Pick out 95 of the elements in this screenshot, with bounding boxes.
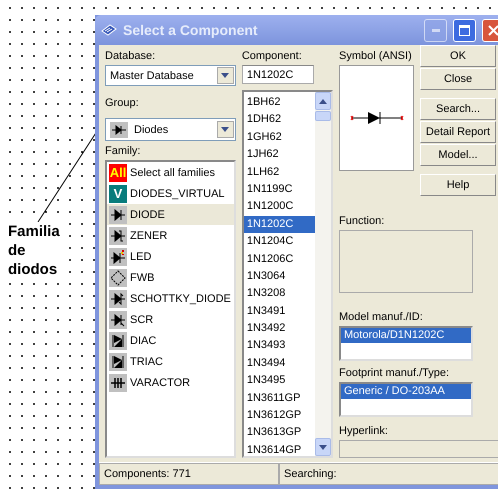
component-item[interactable]: 1N3494 xyxy=(244,354,315,372)
app-icon xyxy=(101,23,117,37)
component-item[interactable]: 1N3495 xyxy=(244,372,315,390)
field-label: Component: xyxy=(242,49,303,63)
component-item[interactable]: 1N1199C xyxy=(244,180,315,198)
window-title: Select a Component xyxy=(123,22,259,38)
minimize-icon xyxy=(432,28,440,32)
family-label: DIODE xyxy=(130,208,165,220)
field-label: Group: xyxy=(105,96,140,110)
family-label: DIAC xyxy=(130,334,156,346)
component-item[interactable]: 1N3613GP xyxy=(244,424,315,442)
maximize-button[interactable] xyxy=(453,18,476,42)
caret-icon xyxy=(319,98,327,104)
component-item[interactable]: 1GH62 xyxy=(244,128,315,146)
dialog-button[interactable]: Detail Report xyxy=(420,121,496,143)
dialog-button[interactable]: Help xyxy=(420,174,496,196)
component-item[interactable]: 1N3208 xyxy=(244,285,315,303)
family-item[interactable]: V DIODES_VIRTUAL xyxy=(107,183,234,204)
field-label: Hyperlink: xyxy=(339,424,389,438)
minimize-button[interactable] xyxy=(424,18,447,42)
component-item[interactable]: 1N1206C xyxy=(244,250,315,268)
family-item[interactable]: ZENER xyxy=(107,225,234,246)
footprint-list[interactable]: Generic / DO-203AA xyxy=(339,382,473,418)
capacitor-diode-icon xyxy=(109,374,127,392)
family-item[interactable]: LED xyxy=(107,246,234,267)
status-text: Searching: xyxy=(279,463,498,485)
family-item[interactable]: TRIAC xyxy=(107,351,234,372)
dialog-button[interactable]: Search... xyxy=(420,98,496,120)
family-label: SCHOTTKY_DIODE xyxy=(130,292,231,304)
component-item[interactable]: 1N3492 xyxy=(244,320,315,338)
field-label: Family: xyxy=(105,144,142,158)
family-label: SCR xyxy=(130,314,154,326)
diode-icon xyxy=(109,290,127,308)
component-input[interactable]: 1N1202C xyxy=(242,65,314,84)
diode-icon xyxy=(109,352,127,370)
family-label: TRIAC xyxy=(130,356,163,368)
diode-icon xyxy=(109,226,127,244)
family-label: ZENER xyxy=(130,230,168,242)
component-list[interactable]: 1BH62 1DH62 1GH62 1JH62 1LH62 1N1199C 1N1200C 1N1202C 1N1204C 1N1206C 1N3064 1N3208 1N3491 1N3492 1N3493 1N3494 1N3495 1N3611GP 1N3612GP 1N3613GP 1N3614GP xyxy=(242,90,333,458)
component-item[interactable]: 1LH62 xyxy=(244,164,315,181)
status-text: Components: 771 xyxy=(99,463,279,485)
component-item[interactable]: 1N3064 xyxy=(244,268,315,286)
family-label: FWB xyxy=(130,272,154,284)
field-label: Footprint manuf./Type: xyxy=(339,366,450,380)
family-item[interactable]: VARACTOR xyxy=(107,372,234,393)
family-item[interactable]: DIODE xyxy=(107,204,234,225)
family-item[interactable]: FWB xyxy=(107,267,234,288)
family-badge: All xyxy=(109,164,127,182)
field-label: Function: xyxy=(339,214,386,228)
model-item[interactable]: Motorola/D1N1202C xyxy=(341,328,471,343)
diode-icon xyxy=(109,332,127,350)
database-dropdown[interactable]: Master Database xyxy=(105,65,236,86)
close-icon xyxy=(488,24,498,36)
diode-icon xyxy=(109,206,127,224)
field-label: Symbol (ANSI) xyxy=(339,49,413,63)
dialog-button[interactable]: Close xyxy=(420,68,496,90)
component-item[interactable]: 1N1200C xyxy=(244,198,315,216)
diode-icon xyxy=(109,310,127,328)
diode-symbol-icon xyxy=(350,110,404,126)
component-item[interactable]: 1BH62 xyxy=(244,94,315,112)
family-label: DIODES_VIRTUAL xyxy=(130,188,225,200)
caret-icon xyxy=(221,73,230,78)
caret-icon xyxy=(221,127,230,132)
component-item[interactable]: 1N3612GP xyxy=(244,407,315,424)
caret-icon xyxy=(319,444,327,450)
family-label: LED xyxy=(130,250,152,262)
model-list[interactable]: Motorola/D1N1202C xyxy=(339,326,473,361)
component-item[interactable]: 1N3493 xyxy=(244,337,315,355)
field-label: Model manuf./ID: xyxy=(339,310,424,324)
led-icon xyxy=(109,248,127,266)
family-item[interactable]: SCHOTTKY_DIODE xyxy=(107,288,234,309)
component-item[interactable]: 1N3491 xyxy=(244,302,315,320)
scrollbar[interactable] xyxy=(315,92,331,456)
group-dropdown[interactable]: Diodes xyxy=(105,118,236,141)
component-item[interactable]: 1JH62 xyxy=(244,146,315,164)
scrollbar-thumb[interactable] xyxy=(315,111,331,121)
family-item[interactable]: All Select all families xyxy=(107,162,234,183)
dialog-button[interactable]: Model... xyxy=(420,144,496,166)
component-item[interactable]: 1DH62 xyxy=(244,111,315,129)
maximize-icon xyxy=(459,24,470,36)
footprint-item[interactable]: Generic / DO-203AA xyxy=(341,384,471,400)
family-label: VARACTOR xyxy=(130,376,190,388)
component-item[interactable]: 1N3611GP xyxy=(244,390,315,408)
family-label: Select all families xyxy=(130,166,215,178)
diode-icon xyxy=(110,122,128,138)
component-item[interactable]: 1N1202C xyxy=(244,216,315,234)
bridge-rectifier-icon xyxy=(109,268,127,286)
component-item[interactable]: 1N1204C xyxy=(244,233,315,251)
family-badge: V xyxy=(109,184,127,202)
family-item[interactable]: SCR xyxy=(107,309,234,330)
family-item[interactable]: DIAC xyxy=(107,330,234,351)
component-item[interactable]: 1N3614GP xyxy=(244,442,315,456)
field-label: Database: xyxy=(105,49,156,63)
hyperlink-field[interactable] xyxy=(339,440,498,458)
dialog-button[interactable]: OK xyxy=(420,45,496,67)
